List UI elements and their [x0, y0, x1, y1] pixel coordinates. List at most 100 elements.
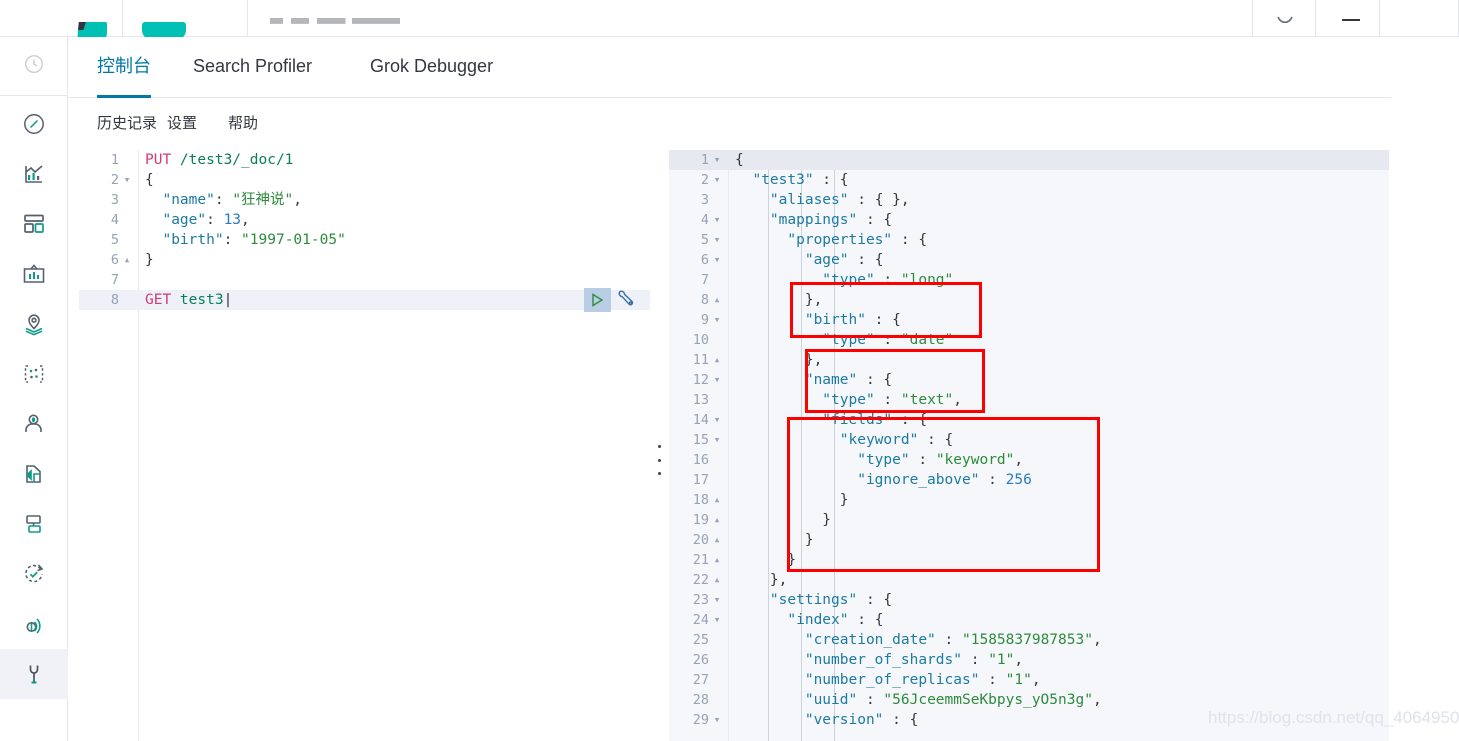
line-number: 29: [692, 712, 709, 728]
code-line[interactable]: 27 "number_of_replicas" : "1",: [669, 670, 1389, 690]
request-code[interactable]: 1 PUT /test3/_doc/1 2 ▾{3 "name": "狂神说", 4 "…: [79, 150, 650, 741]
chart-icon: [22, 162, 46, 186]
fold-toggle-icon[interactable]: ▾: [712, 230, 722, 250]
fold-toggle-icon[interactable]: ▴: [712, 490, 722, 510]
fold-toggle-icon[interactable]: ▴: [712, 510, 722, 530]
code-line[interactable]: 6 ▾ "age" : {: [669, 250, 1389, 270]
code-text: },: [735, 352, 823, 368]
sidebar-item-dashboard[interactable]: [0, 199, 68, 249]
sidebar-item-siem[interactable]: [0, 599, 68, 649]
code-line[interactable]: 11 ▴ },: [669, 350, 1389, 370]
fold-toggle-icon[interactable]: ▾: [712, 590, 722, 610]
code-line[interactable]: 5 ▾ "properties" : {: [669, 230, 1389, 250]
code-line[interactable]: 15 ▾ "keyword" : {: [669, 430, 1389, 450]
pane-resize-handle[interactable]: [654, 445, 664, 475]
code-line[interactable]: 2 ▾ {: [79, 170, 650, 190]
tab-grok-debugger[interactable]: Grok Debugger: [370, 37, 493, 98]
code-line[interactable]: 24 ▾ "index" : {: [669, 610, 1389, 630]
menu-item-help[interactable]: 帮助: [228, 112, 258, 133]
fold-toggle-icon[interactable]: ▴: [712, 530, 722, 550]
fold-toggle-icon[interactable]: ▾: [712, 710, 722, 730]
code-line[interactable]: 8 GET test3|: [79, 288, 650, 313]
code-text: "ignore_above" : 256: [735, 472, 1032, 488]
code-line[interactable]: 23 ▾ "settings" : {: [669, 590, 1389, 610]
code-text: },: [735, 292, 823, 308]
send-request-button[interactable]: [584, 288, 611, 312]
fold-toggle-icon[interactable]: ▾: [712, 430, 722, 450]
tab-search-profiler[interactable]: Search Profiler: [193, 37, 312, 98]
menu-item-settings[interactable]: 设置: [167, 112, 197, 133]
sidebar-item-canvas[interactable]: [0, 249, 68, 299]
fold-toggle-icon[interactable]: ▴: [712, 350, 722, 370]
fold-toggle-icon[interactable]: ▴: [712, 570, 722, 590]
fold-toggle-icon[interactable]: ▾: [712, 210, 722, 230]
sidebar-item-infrastructure[interactable]: [0, 399, 68, 449]
code-line[interactable]: 17 "ignore_above" : 256: [669, 470, 1389, 490]
sidebar-item-machine-learning[interactable]: [0, 349, 68, 399]
code-line[interactable]: 4 ▾ "mappings" : {: [669, 210, 1389, 230]
browser-chrome-strip: [0, 0, 1459, 42]
tab-console[interactable]: 控制台: [97, 37, 151, 98]
code-line[interactable]: 19 ▴ }: [669, 510, 1389, 530]
menu-icon[interactable]: [1340, 12, 1362, 29]
code-text: {: [735, 152, 744, 168]
response-editor[interactable]: 1 ▾{2 ▾ "test3" : {3 "aliases" : { }, 4 ▾ "m…: [669, 150, 1389, 741]
code-line[interactable]: 8 ▴ },: [669, 290, 1389, 310]
code-line[interactable]: 3 "aliases" : { },: [669, 190, 1389, 210]
code-line[interactable]: 7 "type" : "long": [669, 270, 1389, 290]
sidebar-item-logs[interactable]: [0, 449, 68, 499]
sidebar-item-dev-tools[interactable]: [0, 649, 68, 699]
handle-dot: [657, 458, 661, 462]
request-editor[interactable]: 1 PUT /test3/_doc/1 2 ▾{3 "name": "狂神说", 4 "…: [79, 150, 650, 741]
line-number: 5: [110, 232, 119, 248]
code-line[interactable]: 13 "type" : "text",: [669, 390, 1389, 410]
menu-item-history[interactable]: 历史记录: [97, 112, 157, 133]
code-line[interactable]: 4 "age": 13,: [79, 210, 650, 230]
refresh-icon[interactable]: [1276, 13, 1294, 30]
sidebar-item-visualize[interactable]: [0, 149, 68, 199]
sidebar-item-recently-viewed[interactable]: [0, 39, 68, 89]
fold-toggle-icon[interactable]: ▾: [712, 370, 722, 390]
line-number: 13: [692, 392, 709, 408]
sidebar-item-uptime[interactable]: [0, 549, 68, 599]
code-line[interactable]: 1 ▾ {: [669, 150, 1389, 170]
fold-toggle-icon[interactable]: ▾: [712, 310, 722, 330]
code-line[interactable]: 21 ▴ }: [669, 550, 1389, 570]
fold-toggle-icon[interactable]: ▾: [122, 170, 132, 190]
code-line[interactable]: 22 ▴ },: [669, 570, 1389, 590]
code-line[interactable]: 10 "type" : "date": [669, 330, 1389, 350]
code-line[interactable]: 18 ▴ }: [669, 490, 1389, 510]
request-options-wrench-icon[interactable]: [616, 289, 636, 313]
code-line[interactable]: 1 PUT /test3/_doc/1: [79, 150, 650, 170]
code-line[interactable]: 5 "birth": "1997-01-05": [79, 230, 650, 250]
code-line[interactable]: 12 ▾ "name" : {: [669, 370, 1389, 390]
code-line[interactable]: 14 ▾ "fields" : {: [669, 410, 1389, 430]
fold-toggle-icon[interactable]: ▾: [712, 150, 722, 170]
console-main: 控制台 Search Profiler Grok Debugger 历史记录 设…: [68, 37, 1459, 741]
fold-toggle-icon[interactable]: ▾: [712, 170, 722, 190]
fold-toggle-icon[interactable]: ▴: [712, 550, 722, 570]
fold-toggle-icon[interactable]: ▴: [712, 290, 722, 310]
sidebar-item-apm[interactable]: [0, 499, 68, 549]
code-text: "birth" : {: [735, 312, 901, 328]
sidebar-item-discover[interactable]: [0, 99, 68, 149]
ml-icon: [22, 362, 46, 386]
fold-toggle-icon[interactable]: ▾: [712, 610, 722, 630]
sidebar-item-maps[interactable]: [0, 299, 68, 349]
code-line[interactable]: 28 "uuid" : "56JceemmSeKbpys_yO5n3g",: [669, 690, 1389, 710]
code-line[interactable]: 20 ▴ }: [669, 530, 1389, 550]
code-line[interactable]: 6 ▴}: [79, 250, 650, 270]
line-number: 12: [692, 372, 709, 388]
fold-toggle-icon[interactable]: ▾: [712, 410, 722, 430]
fold-toggle-icon[interactable]: ▾: [712, 250, 722, 270]
code-line[interactable]: 3 "name": "狂神说",: [79, 190, 650, 210]
code-line[interactable]: 2 ▾ "test3" : {: [669, 170, 1389, 190]
code-line[interactable]: 7: [79, 270, 650, 290]
code-text: }: [735, 512, 832, 528]
fold-toggle-icon[interactable]: ▴: [122, 250, 132, 270]
code-line[interactable]: 26 "number_of_shards" : "1",: [669, 650, 1389, 670]
code-line[interactable]: 9 ▾ "birth" : {: [669, 310, 1389, 330]
response-code[interactable]: 1 ▾{2 ▾ "test3" : {3 "aliases" : { }, 4 ▾ "m…: [669, 150, 1389, 741]
code-line[interactable]: 25 "creation_date" : "1585837987853",: [669, 630, 1389, 650]
code-line[interactable]: 16 "type" : "keyword",: [669, 450, 1389, 470]
